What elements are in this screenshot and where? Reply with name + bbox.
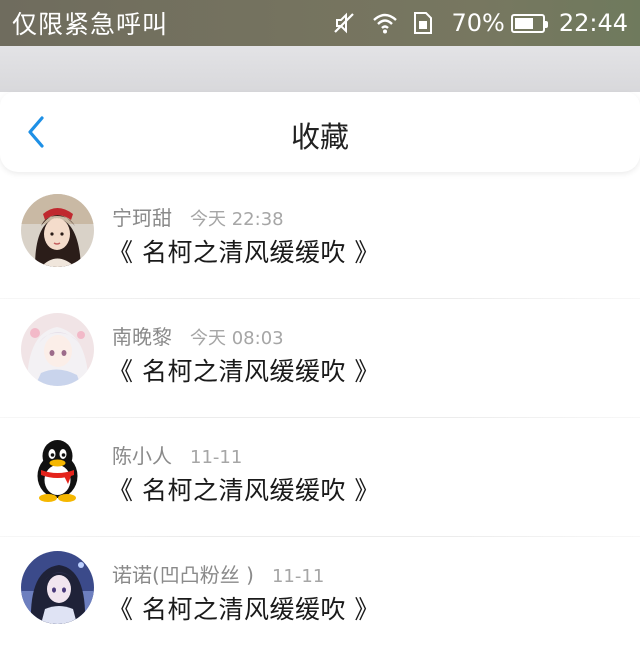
avatar[interactable] <box>21 432 94 505</box>
app-bar-backdrop <box>0 46 640 92</box>
battery-status: 70% <box>451 9 548 37</box>
favorite-title[interactable]: 《 名柯之清风缓缓吹 》 <box>108 471 380 507</box>
favorite-title[interactable]: 《 名柯之清风缓缓吹 》 <box>108 352 380 388</box>
list-item[interactable]: 诺诺(凹凸粉丝 ) 11-11 《 名柯之清风缓缓吹 》 <box>0 537 640 655</box>
list-item[interactable]: 宁珂甜 今天 22:38 《 名柯之清风缓缓吹 》 <box>0 180 640 299</box>
timestamp: 11-11 <box>190 447 243 468</box>
anime-avatar-dark-icon <box>21 551 94 624</box>
sim-icon <box>411 10 437 36</box>
photo-avatar-icon <box>21 194 94 267</box>
list-item[interactable]: 南晚黎 今天 08:03 《 名柯之清风缓缓吹 》 <box>0 299 640 418</box>
timestamp: 11-11 <box>271 566 325 587</box>
wifi-icon <box>371 10 398 36</box>
anime-avatar-icon <box>21 313 94 386</box>
item-meta: 宁珂甜 今天 22:38 <box>112 202 284 231</box>
battery-percent: 70% <box>451 9 505 37</box>
username[interactable]: 陈小人 <box>112 440 172 469</box>
page-title: 收藏 <box>290 120 349 154</box>
item-meta: 南晚黎 今天 08:03 <box>112 321 284 350</box>
avatar[interactable] <box>21 551 94 624</box>
item-meta: 陈小人 11-11 <box>112 440 242 469</box>
clock: 22:44 <box>558 9 628 37</box>
favorite-title[interactable]: 《 名柯之清风缓缓吹 》 <box>108 590 380 626</box>
status-bar: 仅限紧急呼叫 70% 22:44 <box>0 0 640 46</box>
avatar[interactable] <box>21 313 94 386</box>
status-icons: 70% 22:44 <box>331 9 628 37</box>
qq-penguin-icon <box>21 432 94 505</box>
username[interactable]: 南晚黎 <box>112 321 172 350</box>
item-meta: 诺诺(凹凸粉丝 ) 11-11 <box>112 559 324 588</box>
favorite-title[interactable]: 《 名柯之清风缓缓吹 》 <box>108 233 380 269</box>
list-item[interactable]: 陈小人 11-11 《 名柯之清风缓缓吹 》 <box>0 418 640 537</box>
mute-icon <box>331 10 357 36</box>
timestamp: 今天 08:03 <box>190 328 284 349</box>
favorites-list: 宁珂甜 今天 22:38 《 名柯之清风缓缓吹 》 南晚黎 今天 08:03 《… <box>0 180 640 655</box>
carrier-text: 仅限紧急呼叫 <box>12 10 169 39</box>
timestamp: 今天 22:38 <box>190 209 284 230</box>
avatar[interactable] <box>21 194 94 267</box>
username[interactable]: 诺诺(凹凸粉丝 ) <box>112 559 254 588</box>
nav-header: 收藏 <box>0 92 640 172</box>
username[interactable]: 宁珂甜 <box>112 202 172 231</box>
battery-icon <box>510 13 548 33</box>
